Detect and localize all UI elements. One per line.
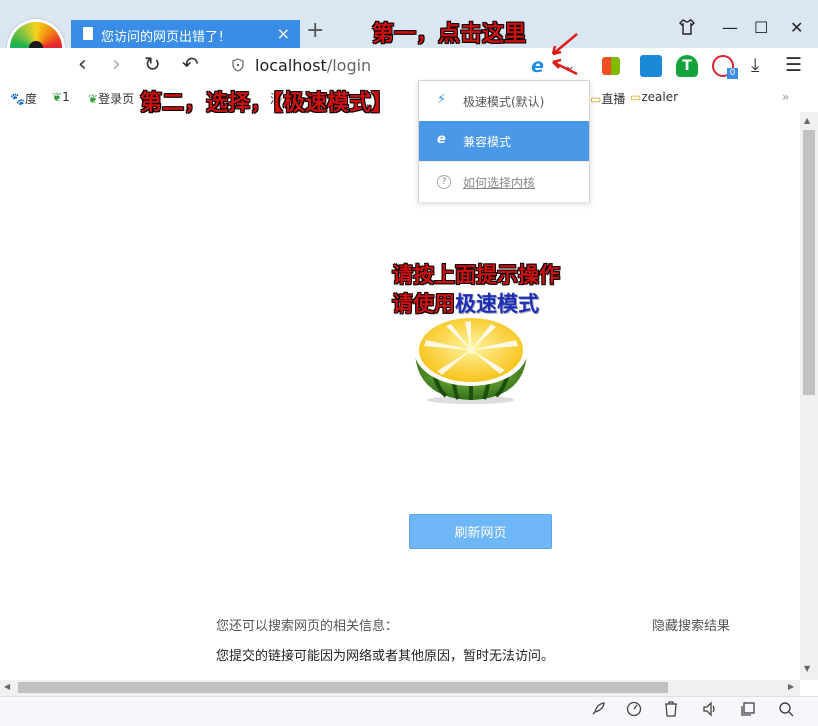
kernel-menu: ⚡ 极速模式(默认) e 兼容模式 ? 如何选择内核	[418, 80, 590, 202]
forward-button[interactable]: ›	[112, 52, 121, 77]
annotation-step1: 第一，点击这里	[372, 22, 527, 47]
ad-extension-icon[interactable]	[640, 55, 662, 77]
menu-item-label: 如何选择内核	[463, 176, 536, 190]
rocket-icon[interactable]	[590, 701, 606, 721]
annotation-step2: 第二，选择，【极速模式】	[140, 91, 394, 116]
bookmarks-more-icon[interactable]: »	[782, 90, 789, 104]
new-tab-button[interactable]: +	[306, 18, 324, 43]
trash-icon[interactable]	[664, 701, 678, 721]
address-input[interactable]: localhost/login	[255, 56, 371, 75]
search-info-label: 您还可以搜索网页的相关信息：	[216, 619, 399, 634]
shield-extension-icon[interactable]: T	[676, 55, 698, 77]
scroll-right-icon[interactable]: ▶	[788, 682, 794, 691]
vertical-scroll-thumb[interactable]	[803, 130, 815, 395]
volume-icon[interactable]	[702, 701, 718, 721]
back-button[interactable]: ‹	[78, 52, 87, 77]
address-host: localhost	[255, 56, 327, 75]
undo-button[interactable]: ↶	[182, 52, 199, 76]
bookmark-item[interactable]: ▭直播	[590, 90, 625, 107]
hide-search-link[interactable]: 隐藏搜索结果	[652, 615, 730, 634]
reload-button[interactable]: ↻	[144, 52, 161, 76]
download-icon[interactable]: ⤓	[751, 54, 759, 76]
horizontal-scroll-thumb[interactable]	[18, 682, 668, 693]
window-icon[interactable]	[740, 701, 756, 721]
scroll-up-icon[interactable]: ▲	[804, 116, 810, 125]
refresh-page-button[interactable]: 刷新网页	[409, 514, 552, 549]
page-content	[0, 112, 800, 680]
menu-item-speed-mode[interactable]: ⚡ 极速模式(默认)	[419, 81, 589, 121]
tab-close-icon[interactable]: ×	[277, 24, 290, 43]
apps-icon[interactable]	[602, 57, 620, 75]
bookmark-item[interactable]: 🐾度	[10, 90, 37, 107]
question-icon: ?	[437, 175, 451, 189]
address-path: /login	[326, 56, 372, 75]
ie-engine-icon[interactable]: e	[531, 55, 544, 77]
page-icon	[83, 27, 93, 40]
search-icon[interactable]	[778, 701, 794, 721]
leaf-icon: ❦	[52, 90, 63, 104]
menu-item-help[interactable]: ? 如何选择内核	[419, 161, 589, 202]
skin-icon[interactable]	[678, 18, 696, 40]
scroll-left-icon[interactable]: ◀	[4, 682, 10, 691]
security-shield-icon[interactable]	[232, 58, 244, 76]
close-window-button[interactable]: ✕	[790, 18, 803, 37]
bookmark-item[interactable]: ❦登录页	[88, 90, 134, 107]
watermelon-illustration	[414, 314, 528, 404]
hint-line1: 请按上面提示操作	[392, 263, 560, 287]
menu-item-label: 极速模式(默认)	[463, 95, 545, 109]
menu-icon[interactable]: ☰	[785, 54, 802, 76]
tab-title: 您访问的网页出错了！	[101, 30, 232, 45]
annotation-arrows	[551, 33, 578, 76]
minimize-button[interactable]: —	[722, 18, 738, 37]
bookmark-item[interactable]: ▭zealer	[630, 90, 678, 104]
lightning-icon: ⚡	[437, 92, 447, 107]
folder-icon: ▭	[630, 90, 642, 104]
speed-icon[interactable]	[626, 701, 642, 721]
paw-icon: 🐾	[10, 92, 25, 106]
menu-item-label: 兼容模式	[463, 135, 512, 149]
menu-item-compat-mode[interactable]: e 兼容模式	[419, 121, 589, 161]
maximize-button[interactable]: ☐	[754, 18, 768, 37]
scroll-down-icon[interactable]: ▼	[804, 664, 810, 673]
bookmark-item[interactable]: ❦1	[52, 90, 70, 104]
ie-icon: e	[437, 132, 446, 147]
badge-count: 0	[727, 68, 738, 79]
tab-active[interactable]: 您访问的网页出错了！ ×	[71, 20, 300, 48]
leaf-icon: ❦	[88, 92, 99, 106]
error-reason-text: 您提交的链接可能因为网络或者其他原因，暂时无法访问。	[216, 649, 555, 664]
folder-icon: ▭	[590, 92, 602, 106]
status-bar	[0, 696, 818, 726]
